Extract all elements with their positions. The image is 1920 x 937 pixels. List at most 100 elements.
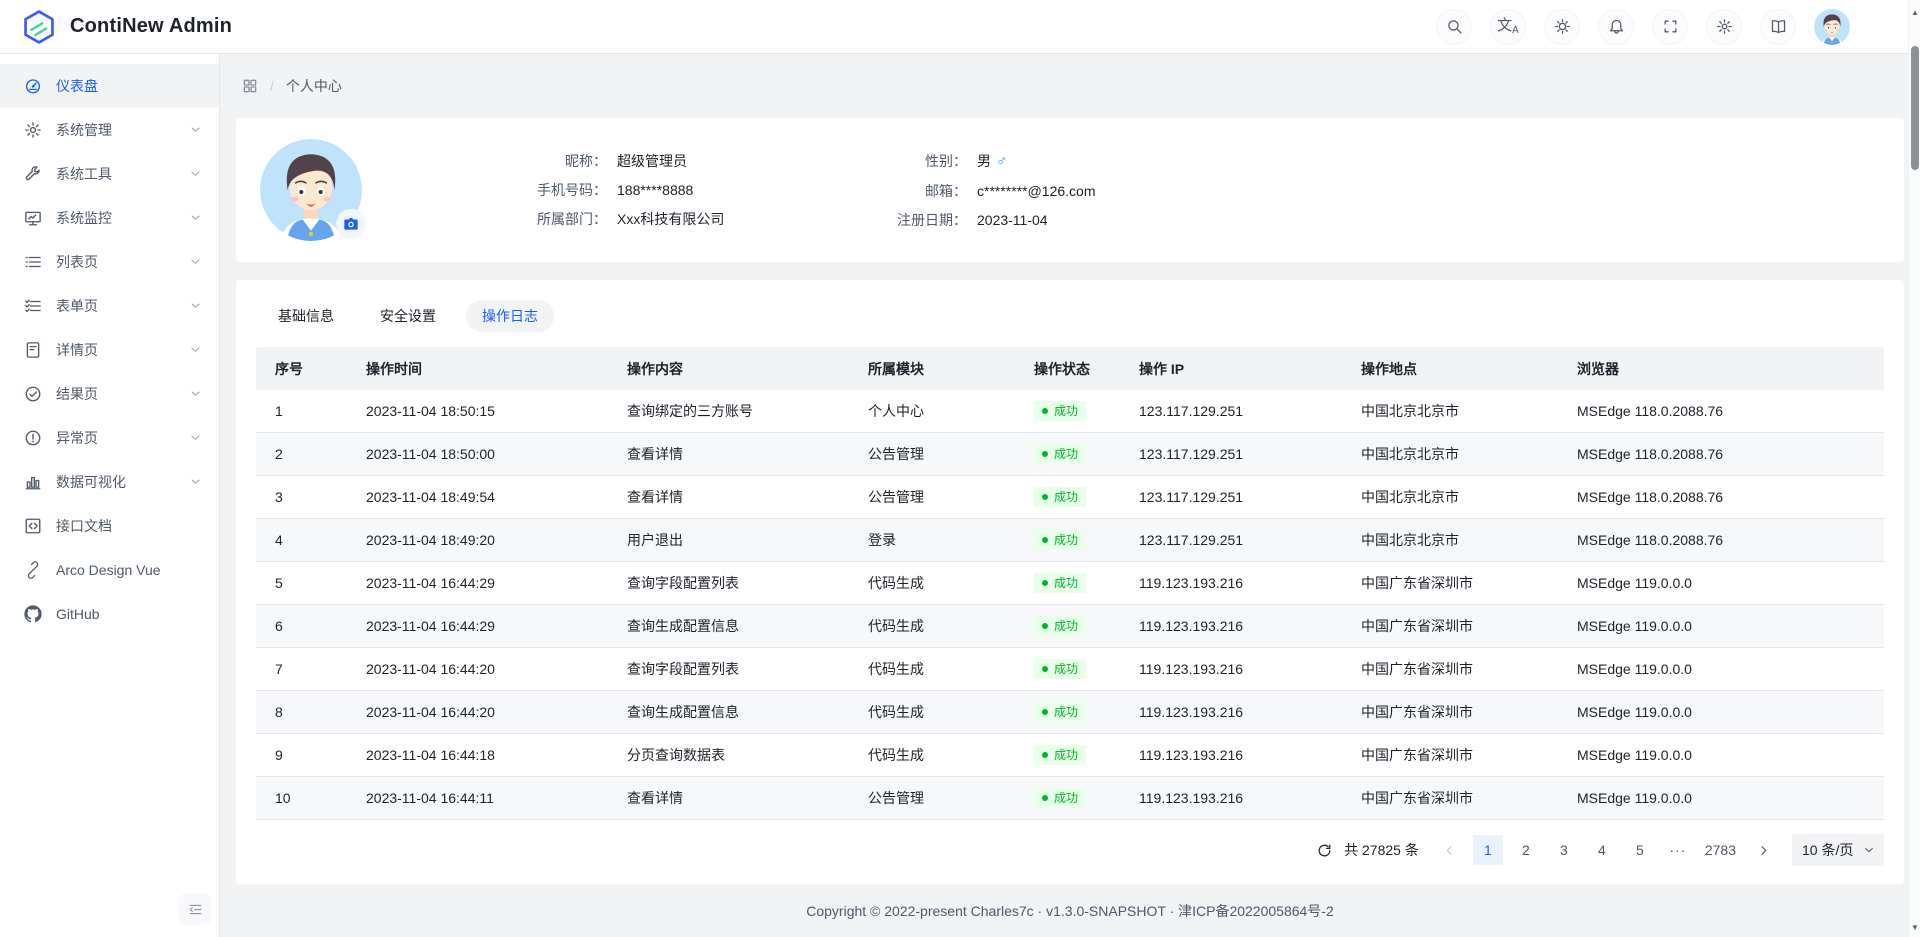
sidebar-item-detail-page[interactable]: 详情页: [0, 328, 219, 372]
sidebar-item-system-management[interactable]: 系统管理: [0, 108, 219, 152]
next-page-button[interactable]: [1748, 835, 1778, 865]
page-button-5[interactable]: 5: [1625, 835, 1655, 865]
profile-field-value: 188****8888: [617, 179, 693, 201]
table-column-header: 操作内容: [627, 359, 868, 379]
table-cell: 3: [275, 489, 366, 505]
sidebar-item-label: 异常页: [56, 428, 98, 448]
change-avatar-button[interactable]: [336, 209, 366, 239]
sidebar-item-github[interactable]: GitHub: [0, 592, 219, 636]
user-avatar[interactable]: [1814, 9, 1850, 45]
chevron-down-icon: [190, 386, 201, 402]
profile-info: 昵称： 超级管理员 手机号码： 188****8888 所属部门： Xxx科技有…: [457, 150, 1237, 231]
pagination-ellipsis[interactable]: ···: [1663, 835, 1693, 865]
page-size-select[interactable]: 10 条/页: [1792, 834, 1884, 866]
table-cell: 分页查询数据表: [627, 745, 868, 765]
profile-field-value: c********@126.com: [977, 180, 1096, 202]
sidebar-item-label: 详情页: [56, 340, 98, 360]
sidebar-item-exception-page[interactable]: 异常页: [0, 416, 219, 460]
table-cell: 中国广东省深圳市: [1361, 745, 1577, 765]
sidebar-item-dashboard[interactable]: 仪表盘: [0, 64, 219, 108]
sidebar-item-arco-design-vue[interactable]: Arco Design Vue: [0, 548, 219, 592]
table-cell: MSEdge 119.0.0.0: [1577, 747, 1884, 763]
table-cell: MSEdge 119.0.0.0: [1577, 575, 1884, 591]
table-cell: MSEdge 119.0.0.0: [1577, 618, 1884, 634]
app-logo[interactable]: ContiNew Admin: [20, 8, 232, 46]
profile-field-label: 所属部门：: [457, 208, 607, 230]
search-button[interactable]: [1436, 9, 1472, 45]
table-cell-status: 成功: [1034, 659, 1139, 679]
status-dot-icon: [1042, 408, 1048, 414]
scrollbar-down-arrow[interactable]: ▼: [1910, 921, 1920, 933]
table-cell: MSEdge 119.0.0.0: [1577, 661, 1884, 677]
sidebar-item-form-page[interactable]: 表单页: [0, 284, 219, 328]
table-cell: 中国广东省深圳市: [1361, 702, 1577, 722]
profile-info-left: 昵称： 超级管理员 手机号码： 188****8888 所属部门： Xxx科技有…: [457, 150, 817, 231]
breadcrumb-current: 个人中心: [286, 76, 342, 96]
prev-page-button[interactable]: [1435, 835, 1465, 865]
sidebar-item-system-tools[interactable]: 系统工具: [0, 152, 219, 196]
scrollbar-up-arrow[interactable]: ▲: [1910, 6, 1920, 18]
translate-button[interactable]: 文A: [1490, 9, 1526, 45]
table-column-header: 所属模块: [868, 359, 1034, 379]
table-cell: 代码生成: [868, 745, 1034, 765]
table-cell: 119.123.193.216: [1139, 618, 1361, 634]
settings-button[interactable]: [1706, 9, 1742, 45]
table-cell: MSEdge 118.0.2088.76: [1577, 446, 1884, 462]
refresh-button[interactable]: [1317, 843, 1332, 858]
profile-info-right: 性别： 男♂ 邮箱： c********@126.com 注册日期： 2023-…: [817, 150, 1237, 231]
sidebar-item-label: 数据可视化: [56, 472, 126, 492]
table-cell: 查询字段配置列表: [627, 659, 868, 679]
sidebar-item-result-page[interactable]: 结果页: [0, 372, 219, 416]
sidebar-item-label: 表单页: [56, 296, 98, 316]
sidebar-item-label: 系统工具: [56, 164, 112, 184]
collapse-sidebar-button[interactable]: [179, 893, 211, 925]
table-cell: 查询生成配置信息: [627, 702, 868, 722]
page-button-3[interactable]: 3: [1549, 835, 1579, 865]
profile-field: 所属部门： Xxx科技有限公司: [457, 208, 817, 230]
sidebar-item-data-visualization[interactable]: 数据可视化: [0, 460, 219, 504]
sidebar-item-label: 接口文档: [56, 516, 112, 536]
table-body: 12023-11-04 18:50:15查询绑定的三方账号个人中心成功123.1…: [256, 390, 1884, 820]
table-column-header: 操作 IP: [1139, 359, 1361, 379]
page-button-2[interactable]: 2: [1511, 835, 1541, 865]
table-cell: 123.117.129.251: [1139, 446, 1361, 462]
tab-security-settings[interactable]: 安全设置: [364, 300, 452, 332]
theme-light-button[interactable]: [1544, 9, 1580, 45]
sidebar-item-api-docs[interactable]: 接口文档: [0, 504, 219, 548]
scrollbar-thumb[interactable]: [1911, 46, 1919, 170]
tab-operation-log[interactable]: 操作日志: [466, 300, 554, 332]
table-cell: 1: [275, 403, 366, 419]
sidebar-item-list-page[interactable]: 列表页: [0, 240, 219, 284]
table-cell: 用户退出: [627, 530, 868, 550]
tab-basic-info[interactable]: 基础信息: [262, 300, 350, 332]
api-doc-icon: [24, 517, 42, 535]
table-cell: 公告管理: [868, 444, 1034, 464]
profile-card: 昵称： 超级管理员 手机号码： 188****8888 所属部门： Xxx科技有…: [236, 118, 1904, 262]
tabs: 基础信息 安全设置 操作日志: [256, 300, 1884, 332]
table-cell: 中国广东省深圳市: [1361, 573, 1577, 593]
page-button-1[interactable]: 1: [1473, 835, 1503, 865]
monitor-icon: [24, 209, 42, 227]
page-button-4[interactable]: 4: [1587, 835, 1617, 865]
header-actions: 文A: [1436, 9, 1850, 45]
table-cell: 代码生成: [868, 659, 1034, 679]
table-cell: 公告管理: [868, 487, 1034, 507]
fullscreen-button[interactable]: [1652, 9, 1688, 45]
status-dot-icon: [1042, 580, 1048, 586]
notification-button[interactable]: [1598, 9, 1634, 45]
translate-icon: 文A: [1497, 18, 1519, 36]
table-cell-status: 成功: [1034, 530, 1139, 550]
detail-icon: [24, 341, 42, 359]
app-title: ContiNew Admin: [70, 15, 232, 38]
profile-field: 昵称： 超级管理员: [457, 150, 817, 172]
sidebar-item-system-monitor[interactable]: 系统监控: [0, 196, 219, 240]
table-column-header: 操作地点: [1361, 359, 1577, 379]
apps-grid-icon[interactable]: [242, 78, 258, 94]
camera-icon: [343, 216, 359, 232]
tool-icon: [24, 165, 42, 183]
table-cell: 119.123.193.216: [1139, 661, 1361, 677]
table-cell: 代码生成: [868, 616, 1034, 636]
table-cell: MSEdge 119.0.0.0: [1577, 790, 1884, 806]
page-button-2783[interactable]: 2783: [1701, 835, 1740, 865]
user-manual-button[interactable]: [1760, 9, 1796, 45]
